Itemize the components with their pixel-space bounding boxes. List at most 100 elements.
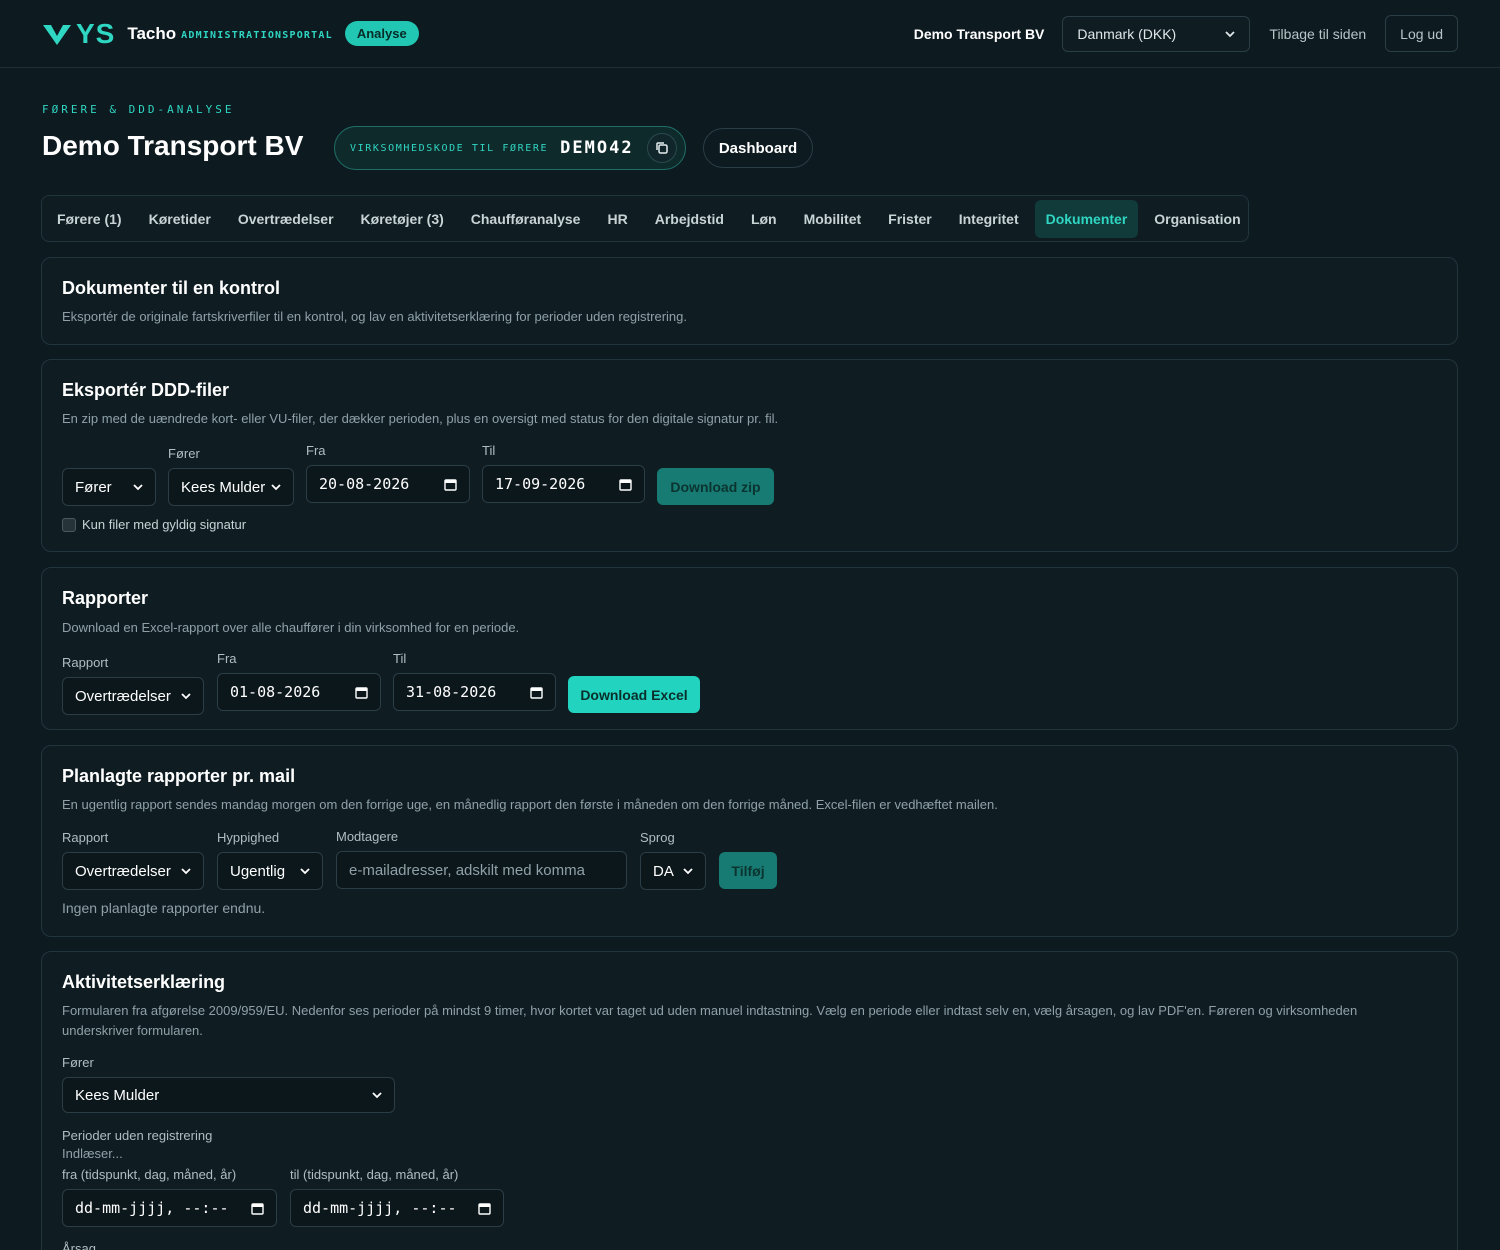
export-to-date-input[interactable]: 17-09-2026 bbox=[482, 465, 645, 503]
export-from-date-input[interactable]: 20-08-2026 bbox=[306, 465, 470, 503]
report-to-value: 31-08-2026 bbox=[406, 683, 497, 701]
report-type-select[interactable]: Overtrædelser bbox=[62, 677, 204, 715]
analyse-badge: Analyse bbox=[344, 21, 419, 46]
logout-button[interactable]: Log ud bbox=[1385, 15, 1458, 52]
tab-mobilitet[interactable]: Mobilitet bbox=[793, 200, 873, 238]
export-card-description: En zip med de uændrede kort- eller VU-fi… bbox=[62, 411, 779, 426]
report-from-date-input[interactable]: 01-08-2026 bbox=[217, 673, 381, 711]
chevron-down-icon bbox=[372, 1092, 382, 1099]
scheduled-report-label: Rapport bbox=[62, 830, 109, 845]
company-code-label: VIRKSOMHEDSKODE TIL FØRERE bbox=[350, 142, 549, 154]
scheduled-card-title: Planlagte rapporter pr. mail bbox=[62, 766, 296, 786]
calendar-icon[interactable] bbox=[444, 478, 457, 491]
report-from-value: 01-08-2026 bbox=[230, 683, 321, 701]
tab-hr[interactable]: HR bbox=[596, 200, 638, 238]
country-select[interactable]: Danmark (DKK) bbox=[1062, 15, 1251, 52]
activity-statement-card: Aktivitetserklæring Formularen fra afgør… bbox=[41, 951, 1458, 1250]
report-from-label: Fra bbox=[217, 651, 237, 666]
country-select-value: Danmark (DKK) bbox=[1077, 25, 1177, 42]
activity-to-placeholder: dd-mm-jjjj, --:-- bbox=[303, 1199, 457, 1217]
export-to-label: Til bbox=[482, 443, 496, 458]
export-driver-select[interactable]: Kees Mulder bbox=[168, 468, 294, 506]
control-documents-card: Dokumenter til en kontrol Eksportér de o… bbox=[41, 257, 1458, 345]
export-driver-label: Fører bbox=[168, 446, 200, 461]
tab-chauffor-analyse[interactable]: Chaufføranalyse bbox=[460, 200, 592, 238]
valid-signature-checkbox[interactable] bbox=[62, 518, 76, 532]
brand-name: Tacho bbox=[127, 23, 177, 43]
tab-organisation[interactable]: Organisation bbox=[1143, 200, 1251, 238]
page-title: Demo Transport BV bbox=[42, 130, 304, 161]
reports-card-description: Download en Excel-rapport over alle chau… bbox=[62, 620, 520, 635]
tab-lon[interactable]: Løn bbox=[740, 200, 788, 238]
valid-signature-label: Kun filer med gyldig signatur bbox=[82, 517, 247, 532]
logo-text: YS bbox=[76, 17, 116, 49]
dashboard-button[interactable]: Dashboard bbox=[703, 128, 813, 168]
activity-from-label: fra (tidspunkt, dag, måned, år) bbox=[62, 1167, 237, 1182]
recipients-input[interactable]: e-mailadresser, adskilt med komma bbox=[336, 851, 627, 889]
tab-dokumenter[interactable]: Dokumenter bbox=[1034, 199, 1139, 238]
logo[interactable]: YS bbox=[42, 18, 115, 50]
language-label: Sprog bbox=[640, 830, 675, 845]
tab-forere[interactable]: Førere (1) bbox=[46, 200, 133, 238]
brand-subtitle: ADMINISTRATIONSPORTAL bbox=[181, 30, 333, 41]
recipients-label: Modtagere bbox=[336, 829, 399, 844]
periods-label: Perioder uden registrering bbox=[62, 1128, 213, 1143]
scheduled-report-value: Overtrædelser bbox=[75, 862, 171, 880]
frequency-select[interactable]: Ugentlig bbox=[217, 852, 323, 890]
company-code-pill: VIRKSOMHEDSKODE TIL FØRERE DEMO42 bbox=[334, 126, 686, 170]
periods-loading-text: Indlæser... bbox=[62, 1146, 123, 1161]
section-tabs: Førere (1) Køretider Overtrædelser Køret… bbox=[41, 195, 1249, 242]
control-card-description: Eksportér de originale fartskriverfiler … bbox=[62, 309, 688, 324]
language-select[interactable]: DA bbox=[640, 852, 706, 890]
download-excel-button[interactable]: Download Excel bbox=[568, 676, 700, 713]
calendar-icon[interactable] bbox=[355, 686, 368, 699]
tab-integritet[interactable]: Integritet bbox=[948, 200, 1030, 238]
export-ddd-card: Eksportér DDD-filer En zip med de uændre… bbox=[41, 359, 1458, 552]
calendar-icon[interactable] bbox=[619, 478, 632, 491]
activity-from-datetime-input[interactable]: dd-mm-jjjj, --:-- bbox=[62, 1189, 277, 1227]
company-name: Demo Transport BV bbox=[913, 25, 1045, 42]
tab-koretojer[interactable]: Køretøjer (3) bbox=[350, 200, 455, 238]
reports-card-title: Rapporter bbox=[62, 588, 149, 608]
scheduled-card-description: En ugentlig rapport sendes mandag morgen… bbox=[62, 797, 998, 812]
chevron-down-icon bbox=[1225, 30, 1236, 37]
export-to-value: 17-09-2026 bbox=[495, 475, 586, 493]
export-type-value: Fører bbox=[75, 478, 112, 496]
company-code-value: DEMO42 bbox=[560, 138, 634, 158]
chevron-down-icon bbox=[300, 868, 310, 875]
no-scheduled-reports-text: Ingen planlagte rapporter endnu. bbox=[62, 900, 266, 916]
frequency-value: Ugentlig bbox=[230, 862, 286, 880]
calendar-icon[interactable] bbox=[530, 686, 543, 699]
export-type-select[interactable]: Fører bbox=[62, 468, 156, 506]
calendar-icon[interactable] bbox=[478, 1202, 491, 1215]
tab-koretider[interactable]: Køretider bbox=[138, 200, 222, 238]
tab-frister[interactable]: Frister bbox=[877, 200, 943, 238]
copy-code-button[interactable] bbox=[647, 133, 677, 163]
language-value: DA bbox=[653, 862, 674, 880]
chevron-down-icon bbox=[181, 868, 191, 875]
add-schedule-button[interactable]: Tilføj bbox=[719, 852, 777, 889]
activity-driver-label: Fører bbox=[62, 1055, 94, 1070]
frequency-label: Hyppighed bbox=[217, 830, 280, 845]
chevron-down-icon bbox=[271, 484, 281, 491]
export-from-value: 20-08-2026 bbox=[319, 475, 410, 493]
report-to-label: Til bbox=[393, 651, 407, 666]
export-card-title: Eksportér DDD-filer bbox=[62, 380, 230, 400]
report-type-label: Rapport bbox=[62, 655, 109, 670]
logo-check-icon bbox=[43, 24, 71, 45]
download-zip-button[interactable]: Download zip bbox=[657, 468, 774, 505]
chevron-down-icon bbox=[133, 484, 143, 491]
page-eyebrow: FØRERE & DDD-ANALYSE bbox=[42, 103, 235, 116]
activity-driver-value: Kees Mulder bbox=[75, 1086, 160, 1104]
calendar-icon[interactable] bbox=[251, 1202, 264, 1215]
tab-arbejdstid[interactable]: Arbejdstid bbox=[644, 200, 735, 238]
reason-label: Årsag bbox=[62, 1241, 96, 1250]
activity-card-description-line1: Formularen fra afgørelse 2009/959/EU. Ne… bbox=[62, 1003, 1358, 1018]
tab-overtraedelser[interactable]: Overtrædelser bbox=[227, 200, 345, 238]
report-to-date-input[interactable]: 31-08-2026 bbox=[393, 673, 556, 711]
back-to-site-link[interactable]: Tilbage til siden bbox=[1269, 26, 1366, 42]
scheduled-report-select[interactable]: Overtrædelser bbox=[62, 852, 204, 890]
activity-driver-select[interactable]: Kees Mulder bbox=[62, 1077, 395, 1113]
activity-to-datetime-input[interactable]: dd-mm-jjjj, --:-- bbox=[290, 1189, 504, 1227]
export-driver-value: Kees Mulder bbox=[181, 478, 266, 496]
